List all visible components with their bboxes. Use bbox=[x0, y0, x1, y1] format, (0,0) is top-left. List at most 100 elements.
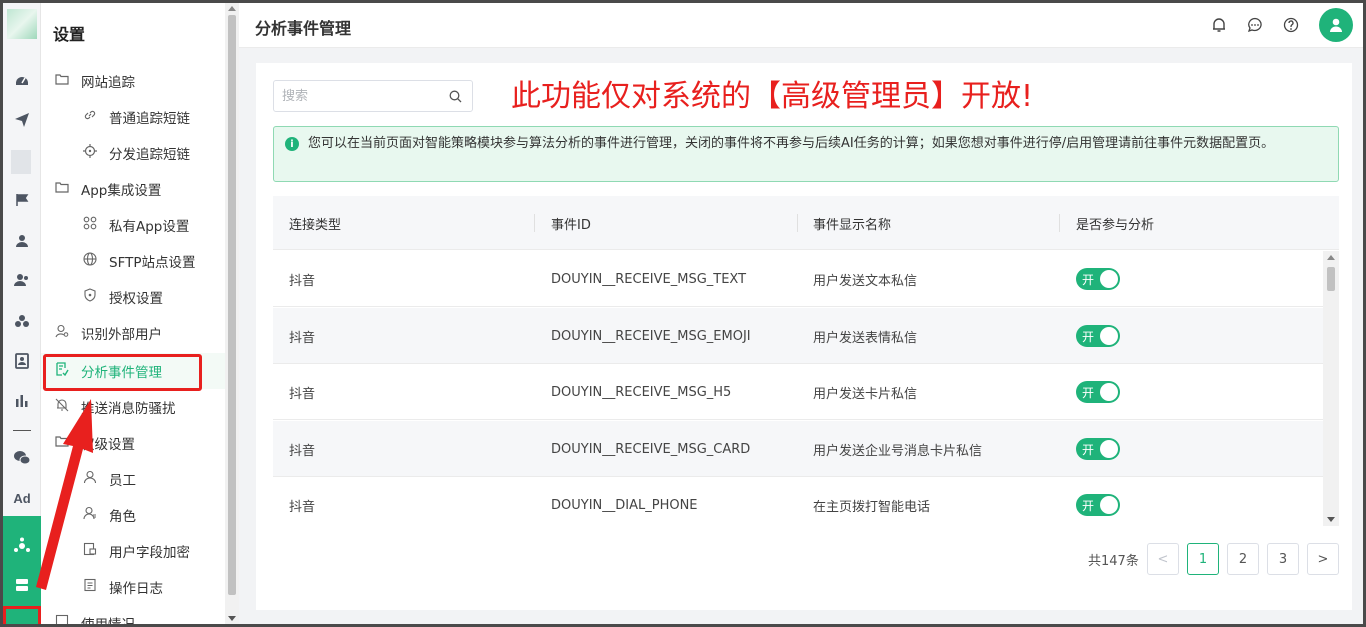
menu-item-usage[interactable]: 使用情况 bbox=[41, 605, 225, 624]
menu-item-label: 操作日志 bbox=[109, 581, 163, 597]
menu-item-label: 识别外部用户 bbox=[81, 327, 162, 343]
toggle-knob bbox=[1100, 496, 1118, 514]
menu-item-label: 私有App设置 bbox=[109, 219, 190, 235]
chat-icon[interactable] bbox=[1245, 15, 1265, 35]
apps-icon bbox=[81, 216, 99, 234]
scroll-thumb[interactable] bbox=[1327, 267, 1335, 291]
bell-icon[interactable] bbox=[1209, 15, 1229, 35]
cell-connection-type: 抖音 bbox=[289, 499, 316, 515]
menu-item-label: 授权设置 bbox=[109, 291, 163, 307]
cluster-icon[interactable] bbox=[3, 308, 41, 334]
menu-item-permission-settings[interactable]: 权级设置 bbox=[41, 425, 225, 461]
flag-icon[interactable] bbox=[3, 187, 41, 213]
column-header-display-name: 事件显示名称 bbox=[813, 217, 892, 233]
menu-item-employee[interactable]: 员工 bbox=[41, 461, 225, 497]
search-icon[interactable] bbox=[446, 87, 464, 105]
menu-item-distribution-short-link[interactable]: 分发追踪短链 bbox=[41, 135, 225, 171]
scroll-up-arrow[interactable] bbox=[228, 6, 236, 11]
participate-toggle[interactable]: 开 bbox=[1076, 494, 1120, 516]
column-divider bbox=[534, 214, 535, 232]
menu-item-analysis-event-management[interactable]: 分析事件管理 bbox=[41, 353, 225, 389]
bar-chart-icon[interactable] bbox=[3, 388, 41, 414]
table-row: 抖音 DOUYIN__RECEIVE_MSG_TEXT 用户发送文本私信 开 bbox=[273, 251, 1323, 307]
contact-card-icon[interactable] bbox=[3, 348, 41, 374]
cell-event-id: DOUYIN__RECEIVE_MSG_H5 bbox=[551, 384, 732, 400]
menu-item-normal-short-link[interactable]: 普通追踪短链 bbox=[41, 99, 225, 135]
wechat-icon[interactable] bbox=[3, 445, 41, 471]
menu-item-label: 用户字段加密 bbox=[109, 545, 190, 561]
folder-icon bbox=[53, 181, 71, 197]
send-icon[interactable] bbox=[3, 107, 41, 133]
search-input[interactable] bbox=[273, 80, 473, 112]
total-count: 共147条 bbox=[1088, 554, 1139, 569]
menu-item-label: 权级设置 bbox=[81, 437, 135, 453]
help-icon[interactable] bbox=[1281, 15, 1301, 35]
ad-icon[interactable]: Ad bbox=[3, 485, 41, 511]
scroll-down-arrow[interactable] bbox=[1327, 517, 1335, 522]
folder-icon bbox=[53, 435, 71, 451]
column-header-connection-type: 连接类型 bbox=[289, 217, 342, 233]
crosshair-icon bbox=[81, 144, 99, 162]
menu-item-operation-log[interactable]: 操作日志 bbox=[41, 569, 225, 605]
participate-toggle[interactable]: 开 bbox=[1076, 381, 1120, 403]
table-row: 抖音 DOUYIN__RECEIVE_MSG_CARD 用户发送企业号消息卡片私… bbox=[273, 421, 1323, 477]
menu-item-role[interactable]: 角色 bbox=[41, 497, 225, 533]
participate-toggle[interactable]: 开 bbox=[1076, 438, 1120, 460]
dashboard-icon[interactable] bbox=[3, 67, 41, 93]
network-icon[interactable] bbox=[3, 533, 41, 559]
settings-rail-button[interactable] bbox=[3, 606, 41, 624]
table-scrollbar[interactable] bbox=[1323, 251, 1339, 526]
scroll-up-arrow[interactable] bbox=[1327, 255, 1335, 260]
menu-item-label: 分发追踪短链 bbox=[109, 147, 190, 163]
page-button-2[interactable]: 2 bbox=[1227, 543, 1259, 575]
next-page-button[interactable]: > bbox=[1307, 543, 1339, 575]
menu-item-label: 分析事件管理 bbox=[81, 365, 162, 381]
menu-item-label: SFTP站点设置 bbox=[109, 255, 196, 271]
person-icon[interactable] bbox=[3, 228, 41, 254]
table-row: 抖音 DOUYIN__RECEIVE_MSG_H5 用户发送卡片私信 开 bbox=[273, 364, 1323, 420]
menu-item-push-anti-harassment[interactable]: 推送消息防骚扰 bbox=[41, 389, 225, 425]
menu-item-label: 使用情况 bbox=[81, 613, 135, 624]
menu-item-authorization[interactable]: 授权设置 bbox=[41, 279, 225, 315]
events-table: 连接类型 事件ID 事件显示名称 是否参与分析 抖音 DOUYIN__RECEI… bbox=[273, 196, 1339, 526]
usage-icon bbox=[53, 614, 71, 624]
cell-connection-type: 抖音 bbox=[289, 443, 316, 459]
participate-toggle[interactable]: 开 bbox=[1076, 268, 1120, 290]
server-icon[interactable] bbox=[3, 572, 41, 598]
cell-display-name: 在主页拨打智能电话 bbox=[813, 499, 931, 515]
menu-item-user-field-encryption[interactable]: 用户字段加密 bbox=[41, 533, 225, 569]
menu-item-site-tracking[interactable]: 网站追踪 bbox=[41, 63, 225, 99]
user-avatar[interactable] bbox=[1319, 8, 1353, 42]
menu-item-sftp-site[interactable]: SFTP站点设置 bbox=[41, 243, 225, 279]
page-button-3[interactable]: 3 bbox=[1267, 543, 1299, 575]
scroll-down-arrow[interactable] bbox=[228, 616, 236, 621]
column-header-event-id: 事件ID bbox=[551, 217, 591, 233]
menu-item-identify-external-users[interactable]: 识别外部用户 bbox=[41, 315, 225, 351]
menu-item-label: 员工 bbox=[109, 473, 136, 489]
cell-connection-type: 抖音 bbox=[289, 386, 316, 402]
toggle-knob bbox=[1100, 383, 1118, 401]
role-icon bbox=[81, 506, 99, 524]
participate-toggle[interactable]: 开 bbox=[1076, 325, 1120, 347]
shield-icon bbox=[81, 288, 99, 306]
table-row: 抖音 DOUYIN__RECEIVE_MSG_EMOJI 用户发送表情私信 开 bbox=[273, 308, 1323, 364]
menu-item-label: 推送消息防骚扰 bbox=[81, 401, 176, 417]
page-button-1[interactable]: 1 bbox=[1187, 543, 1219, 575]
table-header: 连接类型 事件ID 事件显示名称 是否参与分析 bbox=[273, 196, 1339, 250]
menu-item-label: 角色 bbox=[109, 509, 136, 525]
cell-event-id: DOUYIN__DIAL_PHONE bbox=[551, 497, 698, 513]
menu-item-private-app[interactable]: 私有App设置 bbox=[41, 207, 225, 243]
toggle-knob bbox=[1100, 270, 1118, 288]
prev-page-button[interactable]: < bbox=[1147, 543, 1179, 575]
cell-event-id: DOUYIN__RECEIVE_MSG_EMOJI bbox=[551, 328, 751, 344]
info-alert: i 您可以在当前页面对智能策略模块参与算法分析的事件进行管理，关闭的事件将不再参… bbox=[273, 126, 1339, 182]
toggle-label: 开 bbox=[1082, 386, 1095, 400]
cell-display-name: 用户发送卡片私信 bbox=[813, 386, 918, 402]
scroll-thumb[interactable] bbox=[228, 15, 236, 595]
toggle-knob bbox=[1100, 327, 1118, 345]
people-icon[interactable] bbox=[3, 267, 41, 293]
user-search-icon bbox=[53, 324, 71, 342]
menu-scrollbar[interactable] bbox=[225, 3, 239, 624]
globe-icon bbox=[81, 252, 99, 270]
menu-item-app-integration[interactable]: App集成设置 bbox=[41, 171, 225, 207]
